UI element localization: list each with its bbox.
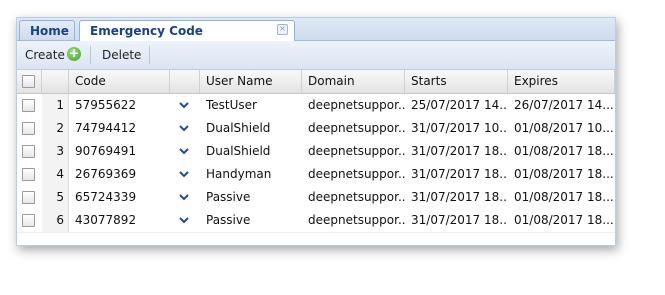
row-number: 2: [42, 117, 69, 140]
user-name-cell: Handyman: [206, 167, 272, 181]
row-number: 5: [42, 186, 69, 209]
row-select-cell: [17, 209, 42, 232]
row-checkbox[interactable]: [22, 191, 35, 204]
starts-cell: 31/07/2017 18...: [411, 167, 508, 181]
column-header-user-name[interactable]: User Name: [200, 70, 302, 93]
grid-header: Code User Name Domain Starts Expires: [17, 70, 615, 94]
code-cell: 43077892: [75, 213, 137, 227]
user-name-cell: TestUser: [206, 98, 257, 112]
user-name-cell: Passive: [206, 213, 251, 227]
user-name-cell: Passive: [206, 190, 251, 204]
expand-cell[interactable]: [170, 140, 200, 163]
starts-cell: 25/07/2017 14...: [411, 98, 508, 112]
table-row[interactable]: 3 90769491 DualShield deepnetsuppor... 31/07…: [17, 140, 615, 164]
select-all-cell: [17, 70, 42, 93]
chevron-down-icon[interactable]: [178, 191, 190, 203]
column-header-code[interactable]: Code: [69, 70, 170, 93]
add-circle-icon[interactable]: +: [67, 47, 81, 61]
chevron-down-icon[interactable]: [178, 99, 190, 111]
code-management-panel: Home Emergency Code Management × Create …: [16, 17, 616, 246]
close-icon[interactable]: ×: [277, 24, 288, 35]
code-cell: 26769369: [75, 167, 137, 181]
expires-cell: 26/07/2017 14...: [514, 98, 614, 112]
row-checkbox[interactable]: [22, 214, 35, 227]
expand-cell[interactable]: [170, 186, 200, 209]
domain-cell: deepnetsuppor...: [308, 167, 405, 181]
expires-cell: 01/08/2017 18...: [514, 144, 614, 158]
row-select-cell: [17, 94, 42, 117]
code-cell: 74794412: [75, 121, 137, 135]
row-number: 1: [42, 94, 69, 117]
create-button[interactable]: Create: [25, 47, 65, 63]
starts-cell: 31/07/2017 18...: [411, 190, 508, 204]
table-row[interactable]: 6 43077892 Passive deepnetsuppor... 31/07/20…: [17, 209, 615, 233]
expires-cell: 01/08/2017 18...: [514, 190, 614, 204]
table-row[interactable]: 4 26769369 Handyman deepnetsuppor... 31/07/2…: [17, 163, 615, 187]
select-all-checkbox[interactable]: [22, 75, 35, 88]
rownum-header: [42, 70, 69, 93]
row-checkbox[interactable]: [22, 168, 35, 181]
expander-header: [170, 70, 200, 93]
row-number: 4: [42, 163, 69, 186]
starts-cell: 31/07/2017 10...: [411, 121, 508, 135]
expand-cell[interactable]: [170, 163, 200, 186]
domain-cell: deepnetsuppor...: [308, 144, 405, 158]
row-select-cell: [17, 117, 42, 140]
tab-home[interactable]: Home: [19, 20, 75, 40]
expand-cell[interactable]: [170, 117, 200, 140]
chevron-down-icon[interactable]: [178, 214, 190, 226]
table-row[interactable]: 5 65724339 Passive deepnetsuppor... 31/07/20…: [17, 186, 615, 210]
row-select-cell: [17, 163, 42, 186]
toolbar: Create + Delete: [17, 41, 615, 70]
expand-cell[interactable]: [170, 94, 200, 117]
code-cell: 90769491: [75, 144, 137, 158]
code-cell: 57955622: [75, 98, 137, 112]
tab-emergency-code-management[interactable]: Emergency Code Management ×: [79, 20, 295, 58]
expand-cell[interactable]: [170, 209, 200, 232]
row-checkbox[interactable]: [22, 145, 35, 158]
row-number: 3: [42, 140, 69, 163]
tab-bar: Home Emergency Code Management ×: [17, 18, 615, 58]
domain-cell: deepnetsuppor...: [308, 190, 405, 204]
starts-cell: 31/07/2017 18...: [411, 144, 508, 158]
column-header-starts[interactable]: Starts: [405, 70, 508, 93]
row-checkbox[interactable]: [22, 99, 35, 112]
row-number: 6: [42, 209, 69, 232]
starts-cell: 31/07/2017 18...: [411, 213, 508, 227]
toolbar-separator: [149, 46, 150, 64]
chevron-down-icon[interactable]: [178, 168, 190, 180]
domain-cell: deepnetsuppor...: [308, 213, 405, 227]
row-checkbox[interactable]: [22, 122, 35, 135]
row-select-cell: [17, 140, 42, 163]
chevron-down-icon[interactable]: [178, 122, 190, 134]
chevron-down-icon[interactable]: [178, 145, 190, 157]
table-row[interactable]: 2 74794412 DualShield deepnetsuppor... 31/07…: [17, 117, 615, 141]
code-cell: 65724339: [75, 190, 137, 204]
row-select-cell: [17, 186, 42, 209]
expires-cell: 01/08/2017 10...: [514, 121, 614, 135]
delete-button[interactable]: Delete: [102, 47, 141, 63]
domain-cell: deepnetsuppor...: [308, 98, 405, 112]
user-name-cell: DualShield: [206, 121, 271, 135]
expires-cell: 01/08/2017 18...: [514, 167, 614, 181]
user-name-cell: DualShield: [206, 144, 271, 158]
domain-cell: deepnetsuppor...: [308, 121, 405, 135]
column-header-expires[interactable]: Expires: [508, 70, 615, 93]
expires-cell: 01/08/2017 18...: [514, 213, 614, 227]
toolbar-separator: [90, 46, 91, 64]
table-row[interactable]: 1 57955622 TestUser deepnetsuppor... 25/07/2…: [17, 94, 615, 118]
column-header-domain[interactable]: Domain: [302, 70, 405, 93]
